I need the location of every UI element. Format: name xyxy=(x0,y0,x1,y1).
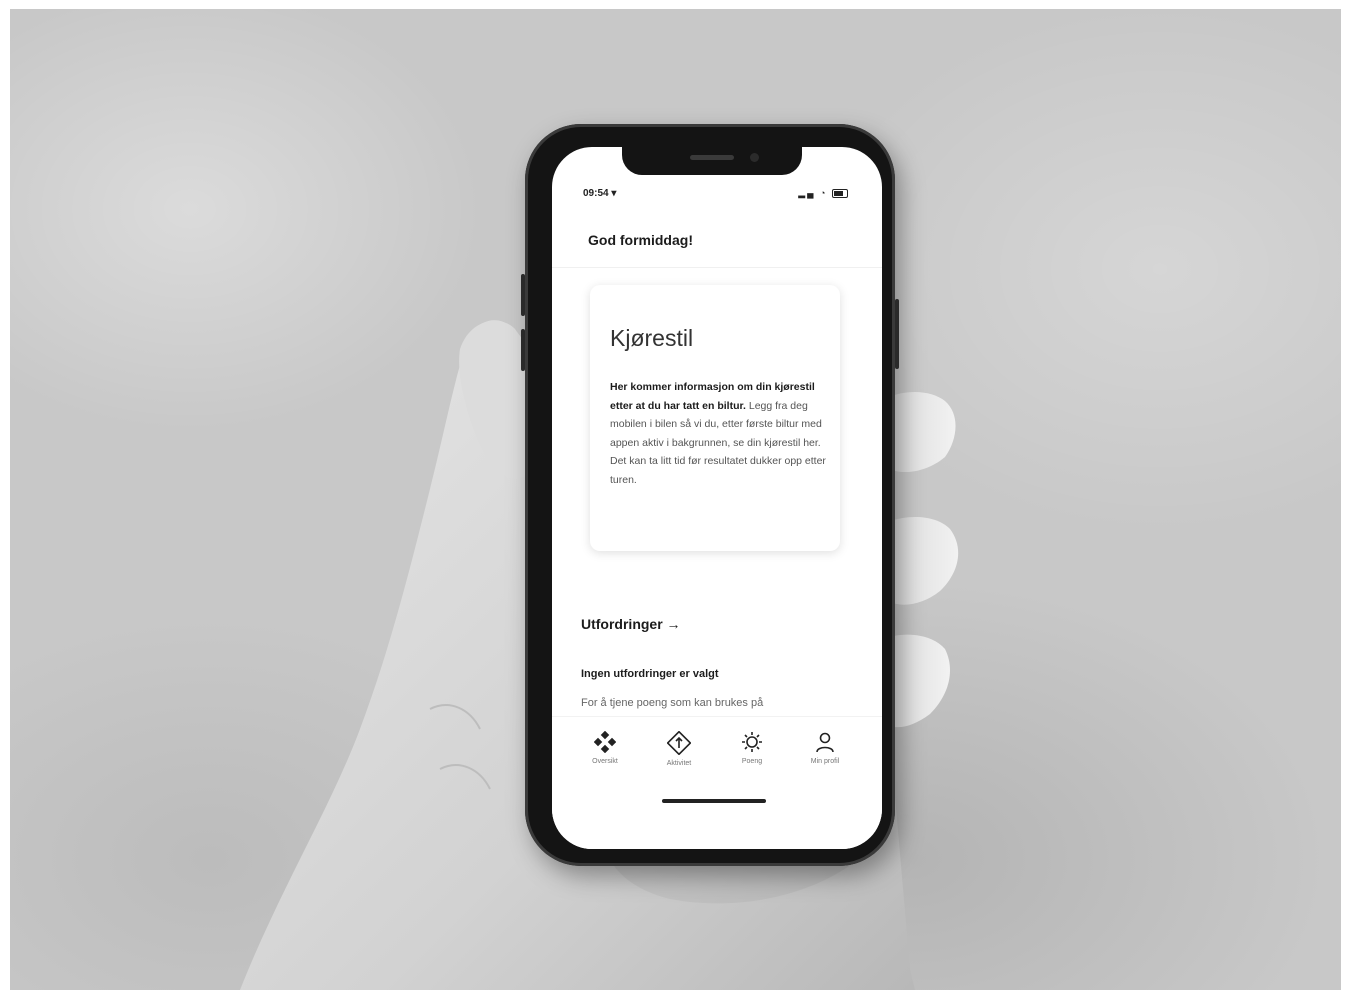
speaker xyxy=(690,155,734,160)
signal-icon: ▂▄ xyxy=(798,188,816,198)
photo-background: 09:54 ▾ ▂▄ ◔ God formiddag! Kjørestil He… xyxy=(10,9,1341,990)
challenges-empty-title: Ingen utfordringer er valgt xyxy=(581,668,719,680)
tab-overview[interactable]: Oversikt xyxy=(570,731,640,781)
challenges-empty-text: For å tjene poeng som kan brukes på xyxy=(581,697,764,709)
tab-profile[interactable]: Min profil xyxy=(790,731,860,781)
tab-label: Min profil xyxy=(810,758,840,765)
tab-label: Aktivitet xyxy=(666,760,692,767)
phone-screen: 09:54 ▾ ▂▄ ◔ God formiddag! Kjørestil He… xyxy=(552,147,882,849)
overview-icon xyxy=(594,731,616,753)
volume-button xyxy=(521,274,525,316)
front-camera xyxy=(750,153,759,162)
challenges-link[interactable]: Utfordringer → xyxy=(581,616,681,632)
activity-icon xyxy=(667,731,691,755)
header-divider xyxy=(552,267,882,268)
tab-label: Oversikt xyxy=(592,758,618,765)
notch xyxy=(622,147,802,175)
greeting-title: God formiddag! xyxy=(588,232,693,248)
driving-style-card[interactable]: Kjørestil Her kommer informasjon om din … xyxy=(590,285,840,551)
power-button xyxy=(895,299,899,369)
volume-button xyxy=(521,329,525,371)
card-title: Kjørestil xyxy=(610,325,694,351)
status-icons: ▂▄ ◔ xyxy=(798,188,848,199)
home-indicator[interactable] xyxy=(662,799,766,803)
points-icon xyxy=(742,732,762,752)
tab-points[interactable]: Poeng xyxy=(717,731,787,781)
status-time: 09:54 ▾ xyxy=(583,188,617,199)
tab-activity[interactable]: Aktivitet xyxy=(644,731,714,781)
wifi-icon: ◔ xyxy=(820,188,828,198)
tab-label: Poeng xyxy=(741,758,763,765)
card-body: Her kommer informasjon om din kjørestil … xyxy=(610,378,826,489)
profile-icon xyxy=(816,732,834,753)
phone: 09:54 ▾ ▂▄ ◔ God formiddag! Kjørestil He… xyxy=(521,124,899,866)
tab-bar: Oversikt Aktivitet Poeng Min profil xyxy=(552,716,882,849)
card-body-text: Legg fra deg mobilen i bilen så vi du, e… xyxy=(610,399,826,486)
battery-icon xyxy=(832,189,848,199)
